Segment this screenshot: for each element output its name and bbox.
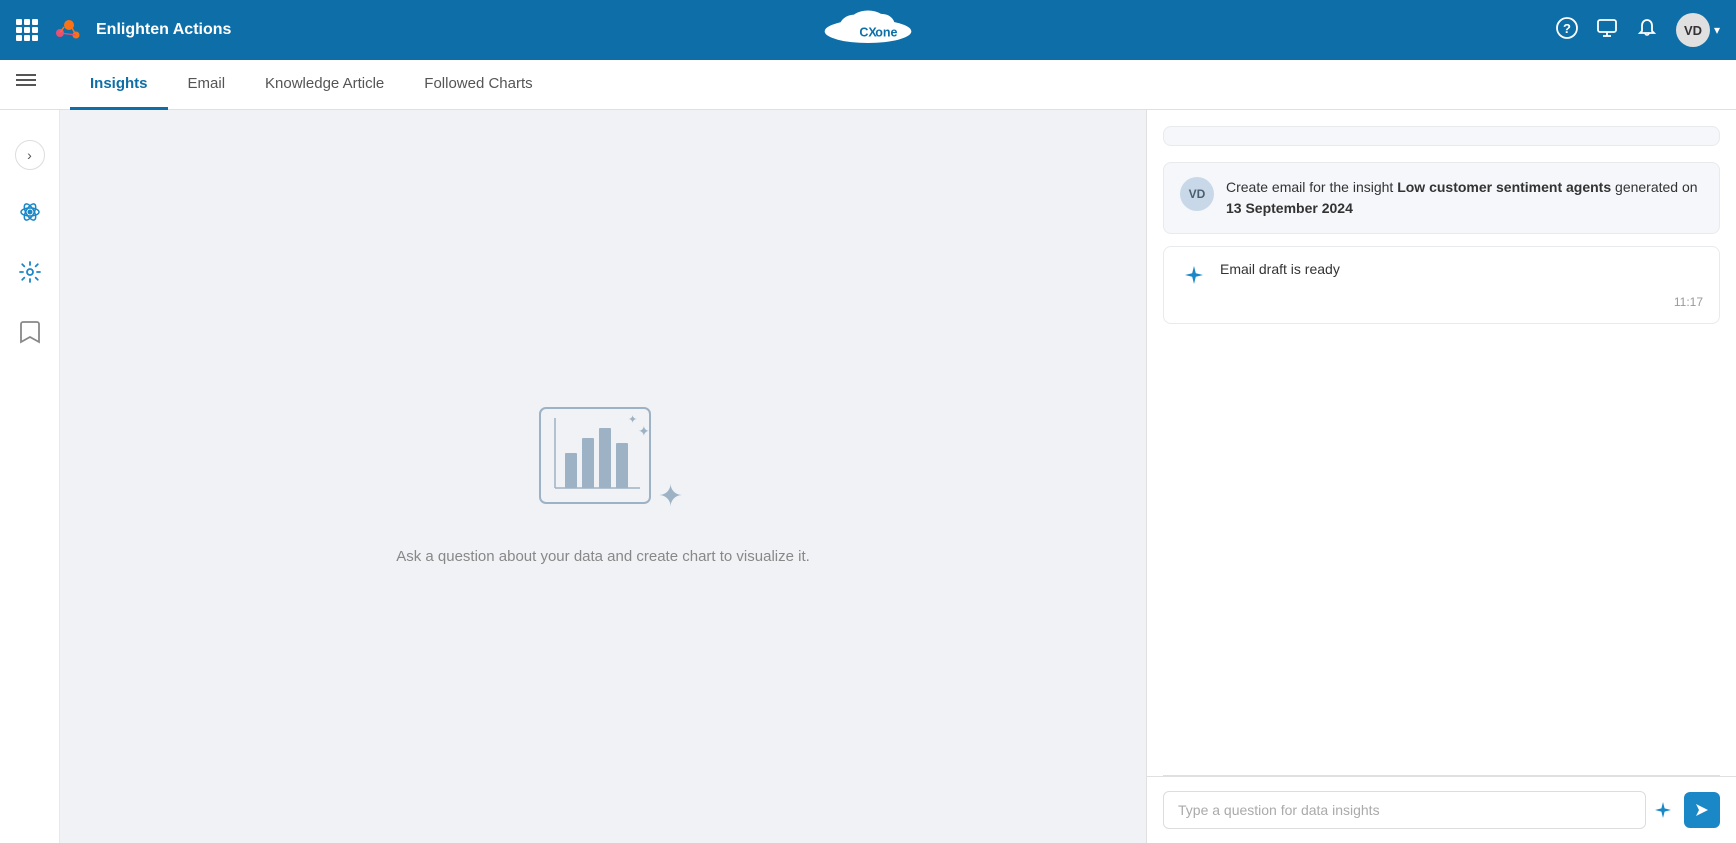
msg-text-suffix: generated on xyxy=(1611,179,1697,195)
sidebar-icon-atom[interactable] xyxy=(12,194,48,230)
svg-text:one: one xyxy=(875,25,897,39)
tab-insights[interactable]: Insights xyxy=(70,60,168,110)
brand-logo: Enlighten Actions xyxy=(50,11,231,49)
tab-followed-charts[interactable]: Followed Charts xyxy=(404,60,552,110)
navbar-left: Enlighten Actions xyxy=(16,11,231,49)
ai-msg-row: Email draft is ready xyxy=(1180,261,1703,289)
tab-knowledge-article[interactable]: Knowledge Article xyxy=(245,60,404,110)
chevron-down-icon: ▾ xyxy=(1714,23,1720,37)
left-sidebar: › xyxy=(0,110,60,843)
collapse-button[interactable]: › xyxy=(15,140,45,170)
help-icon[interactable]: ? xyxy=(1556,17,1578,44)
sidebar-icon-bookmark[interactable] xyxy=(12,314,48,350)
chat-input[interactable] xyxy=(1163,791,1646,829)
send-button[interactable] xyxy=(1684,792,1720,828)
msg-text-prefix: Create email for the insight xyxy=(1226,179,1397,195)
main-layout: › xyxy=(0,110,1736,843)
message-row: VD Create email for the insight Low cust… xyxy=(1180,177,1703,219)
svg-text:?: ? xyxy=(1563,21,1571,36)
user-message-content: Create email for the insight Low custome… xyxy=(1226,177,1703,219)
ai-message-card: Email draft is ready 11:17 xyxy=(1163,246,1720,324)
user-message-card: VD Create email for the insight Low cust… xyxy=(1163,162,1720,234)
user-message-avatar: VD xyxy=(1180,177,1214,211)
tabbar: Insights Email Knowledge Article Followe… xyxy=(0,60,1736,110)
cxone-logo: CX one xyxy=(818,9,918,47)
empty-state-text: Ask a question about your data and creat… xyxy=(396,548,810,565)
svg-text:✦: ✦ xyxy=(628,414,637,426)
message-time: 11:17 xyxy=(1180,295,1703,309)
navbar-center: CX one xyxy=(818,9,918,52)
user-avatar: VD xyxy=(1676,13,1710,47)
chart-illustration: ✦ ✦ ✦ xyxy=(520,388,685,528)
chat-input-area xyxy=(1147,776,1736,843)
user-avatar-dropdown[interactable]: VD ▾ xyxy=(1676,13,1720,47)
tab-email[interactable]: Email xyxy=(168,60,246,110)
hamburger-menu[interactable] xyxy=(16,74,36,86)
chat-messages: VD Create email for the insight Low cust… xyxy=(1147,110,1736,775)
monitor-icon[interactable] xyxy=(1596,17,1618,44)
bell-icon[interactable] xyxy=(1636,17,1658,44)
ai-message-text: Email draft is ready xyxy=(1220,261,1340,277)
right-panel: VD Create email for the insight Low cust… xyxy=(1146,110,1736,843)
input-diamond-icon xyxy=(1654,801,1672,819)
navbar: Enlighten Actions CX one ? xyxy=(0,0,1736,60)
message-placeholder xyxy=(1163,126,1720,146)
svg-text:✦: ✦ xyxy=(638,423,650,439)
navbar-right: ? VD ▾ xyxy=(1556,13,1720,47)
content-area: ✦ ✦ ✦ Ask a question about your data and… xyxy=(60,110,1146,843)
brand-name: Enlighten Actions xyxy=(96,21,231,39)
ai-diamond-icon xyxy=(1180,261,1208,289)
msg-bold-date: 13 September 2024 xyxy=(1226,200,1353,216)
enlighten-icon xyxy=(50,11,88,49)
send-icon xyxy=(1694,802,1710,818)
empty-state: ✦ ✦ ✦ Ask a question about your data and… xyxy=(396,388,810,565)
sidebar-icon-settings[interactable] xyxy=(12,254,48,290)
grid-icon[interactable] xyxy=(16,19,38,41)
msg-bold-insight: Low customer sentiment agents xyxy=(1397,179,1611,195)
svg-text:✦: ✦ xyxy=(658,480,683,513)
